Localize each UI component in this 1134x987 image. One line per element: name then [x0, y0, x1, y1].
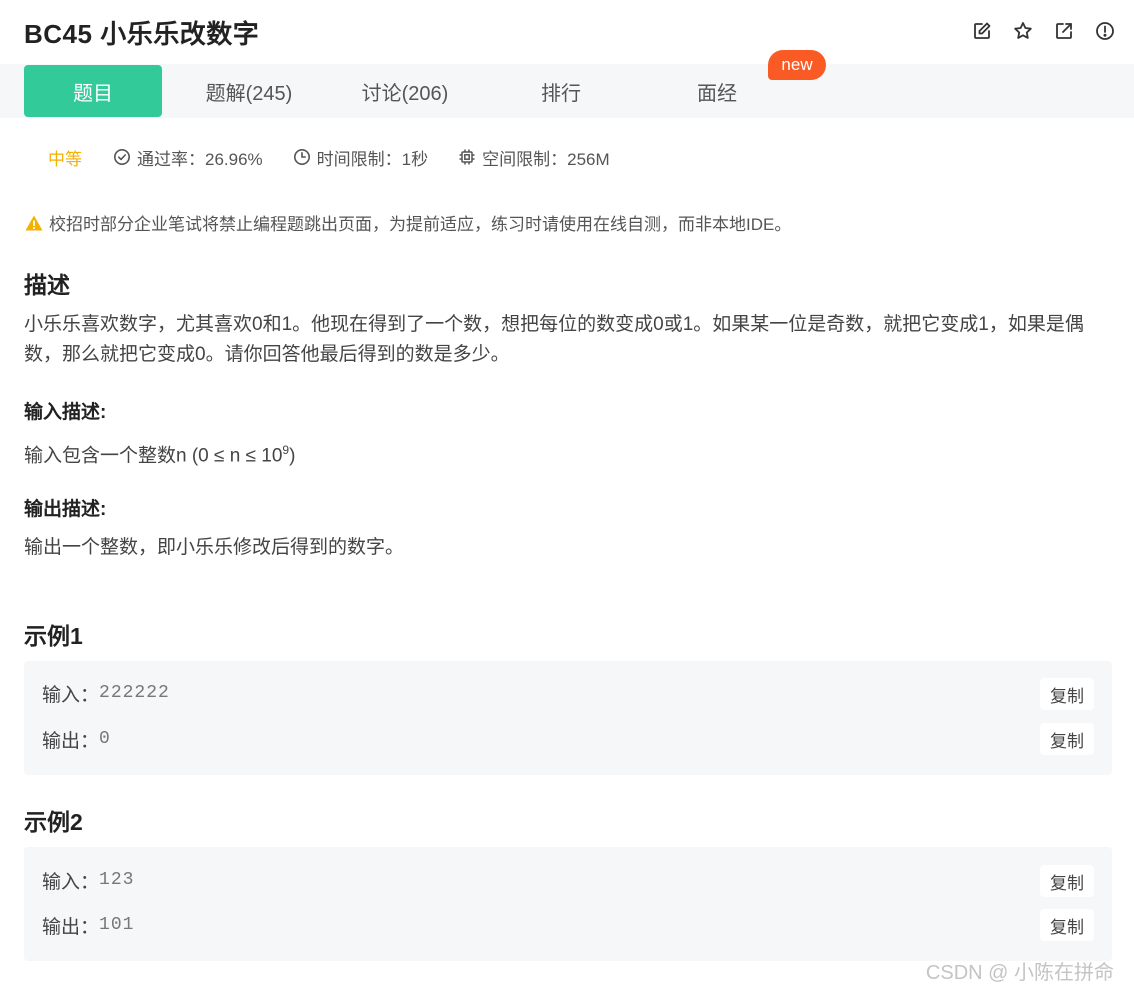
tab-interview[interactable]: 面经	[648, 65, 786, 117]
clock-icon	[293, 149, 310, 165]
output-value: 101	[99, 915, 135, 935]
memory-limit: 空间限制：256M	[458, 145, 610, 170]
example-1-box: 输入： 222222 复制 输出： 0 复制	[24, 661, 1112, 775]
csdn-watermark: CSDN @ 小陈在拼命	[925, 962, 1114, 984]
output-value: 0	[99, 729, 111, 749]
tab-problem[interactable]: 题目	[24, 65, 162, 117]
input-desc-close: )	[289, 445, 296, 467]
example-1-heading: 示例1	[24, 623, 83, 649]
output-desc-text: 输出一个整数，即小乐乐修改后得到的数字。	[24, 537, 405, 558]
input-value: 222222	[99, 683, 170, 703]
example-2-input: 输入： 123	[42, 866, 134, 894]
check-circle-icon	[114, 149, 130, 165]
output-label: 输出：	[42, 916, 100, 938]
output-label: 输出：	[42, 730, 100, 752]
pass-rate: 通过率：26.96%	[113, 145, 263, 170]
example-2-output: 输出： 101	[42, 911, 134, 939]
example-1-input: 输入： 222222	[42, 679, 170, 707]
memory-limit-text: 空间限制：256M	[482, 149, 610, 169]
tab-bar: 题目 题解(245) 讨论(206) 排行 面经	[0, 64, 1134, 118]
new-badge: new	[768, 50, 826, 80]
input-value: 123	[99, 870, 135, 890]
time-limit-text: 时间限制：1秒	[316, 149, 429, 169]
notice-text: 校招时部分企业笔试将禁止编程题跳出页面，为提前适应，练习时请使用在线自测，而非本…	[49, 215, 792, 234]
problem-title: BC45 小乐乐改数字	[24, 19, 260, 49]
input-label: 输入：	[42, 871, 100, 893]
header: BC45 小乐乐改数字	[0, 0, 1134, 64]
copy-output-button[interactable]: 复制	[1040, 909, 1094, 941]
pass-rate-text: 通过率：26.96%	[137, 149, 263, 169]
description-heading: 描述	[24, 272, 70, 298]
ide-notice: 校招时部分企业笔试将禁止编程题跳出页面，为提前适应，练习时请使用在线自测，而非本…	[24, 210, 791, 235]
tab-solutions[interactable]: 题解(245)	[180, 65, 318, 117]
example-1-output: 输出： 0	[42, 725, 111, 753]
problem-meta: 中等 通过率：26.96% 时间限制：1秒 空间限制：256M	[48, 143, 640, 171]
star-icon[interactable]	[1012, 20, 1034, 42]
chip-icon	[459, 149, 475, 165]
description-text: 小乐乐喜欢数字，尤其喜欢0和1。他现在得到了一个数，想把每位的数变成0或1。如果…	[24, 314, 1084, 365]
copy-input-button[interactable]: 复制	[1040, 678, 1094, 710]
tab-discussion[interactable]: 讨论(206)	[336, 65, 474, 117]
share-icon[interactable]	[1053, 20, 1075, 42]
input-label: 输入：	[42, 684, 100, 706]
edit-icon[interactable]	[971, 20, 993, 42]
example-2-box: 输入： 123 复制 输出： 101 复制	[24, 847, 1112, 961]
output-desc-heading: 输出描述:	[24, 499, 107, 520]
time-limit: 时间限制：1秒	[293, 145, 428, 170]
warning-icon	[25, 215, 43, 230]
input-desc-main: 输入包含一个整数n (0 ≤ n ≤ 10	[24, 445, 283, 467]
input-desc-heading: 输入描述:	[24, 402, 107, 423]
tab-ranking[interactable]: 排行	[492, 65, 630, 117]
example-2-heading: 示例2	[24, 809, 83, 835]
header-actions	[971, 20, 1116, 42]
report-icon[interactable]	[1094, 20, 1116, 42]
input-desc-text: 输入包含一个整数n (0 ≤ n ≤ 109)	[24, 435, 1114, 471]
copy-output-button[interactable]: 复制	[1040, 723, 1094, 755]
copy-input-button[interactable]: 复制	[1040, 865, 1094, 897]
difficulty-badge: 中等	[48, 149, 82, 169]
